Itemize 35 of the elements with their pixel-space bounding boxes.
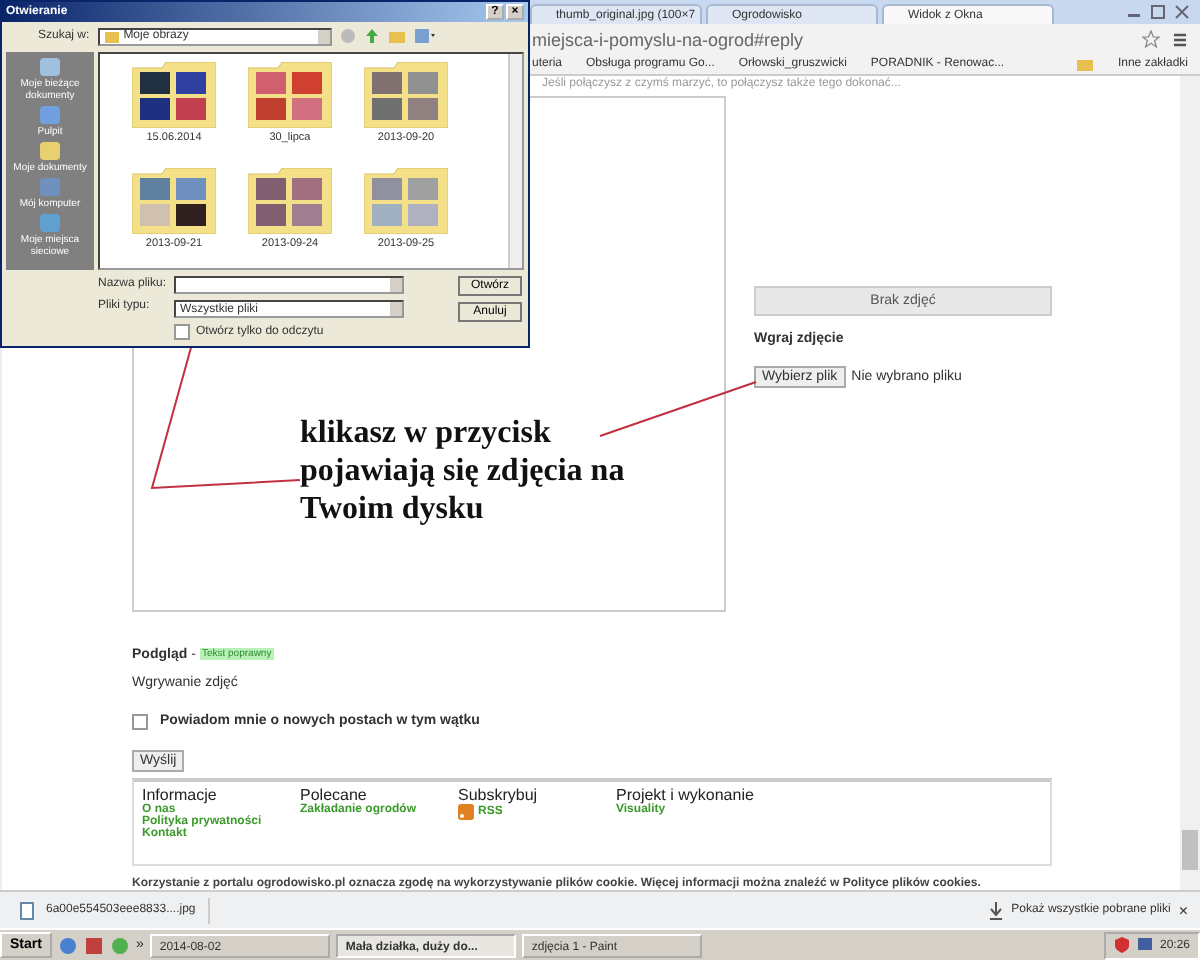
star-icon[interactable] (1142, 30, 1160, 48)
menu-icon[interactable] (1172, 31, 1188, 47)
folder-icon (103, 29, 120, 44)
scrollbar[interactable] (1180, 76, 1200, 890)
network-icon (1135, 936, 1154, 954)
rss-icon (458, 803, 474, 820)
checkbox[interactable] (132, 713, 148, 730)
documents-icon (38, 55, 62, 78)
address-bar[interactable]: miejsca-i-pomyslu-na-ogrod#reply (532, 29, 1130, 49)
folder-icon (1075, 57, 1094, 71)
close-button[interactable]: × (1178, 901, 1188, 919)
view-menu-icon[interactable] (413, 28, 436, 45)
network-icon (38, 211, 62, 234)
photo-folder-icon[interactable] (132, 168, 216, 235)
footer-heading: Projekt i wykonanie (616, 785, 756, 804)
up-folder-icon[interactable] (363, 28, 380, 45)
desktop-icon (37, 103, 62, 126)
browser-icon[interactable] (57, 935, 78, 955)
footer-heading: Informacje (142, 785, 219, 804)
footer-heading: Polecane (300, 785, 367, 804)
download-icon (987, 901, 1004, 919)
footer-heading: Subskrybuj (458, 785, 540, 804)
photo-folder-icon[interactable] (132, 61, 216, 128)
paint-icon[interactable] (109, 935, 130, 955)
documents-folder-icon (38, 139, 62, 162)
app-icon[interactable] (83, 935, 104, 955)
file-name-field[interactable] (174, 276, 405, 294)
checkbox[interactable] (174, 324, 191, 340)
scrollbar[interactable] (508, 53, 522, 268)
file-icon (20, 901, 34, 919)
shield-icon (1113, 936, 1130, 954)
computer-icon (37, 175, 62, 198)
close-icon[interactable] (1172, 4, 1192, 20)
maximize-icon[interactable] (1148, 4, 1168, 20)
annotation-text: klikasz w przycisk pojawiają się zdjęcia na Twoim dysku (300, 414, 625, 528)
